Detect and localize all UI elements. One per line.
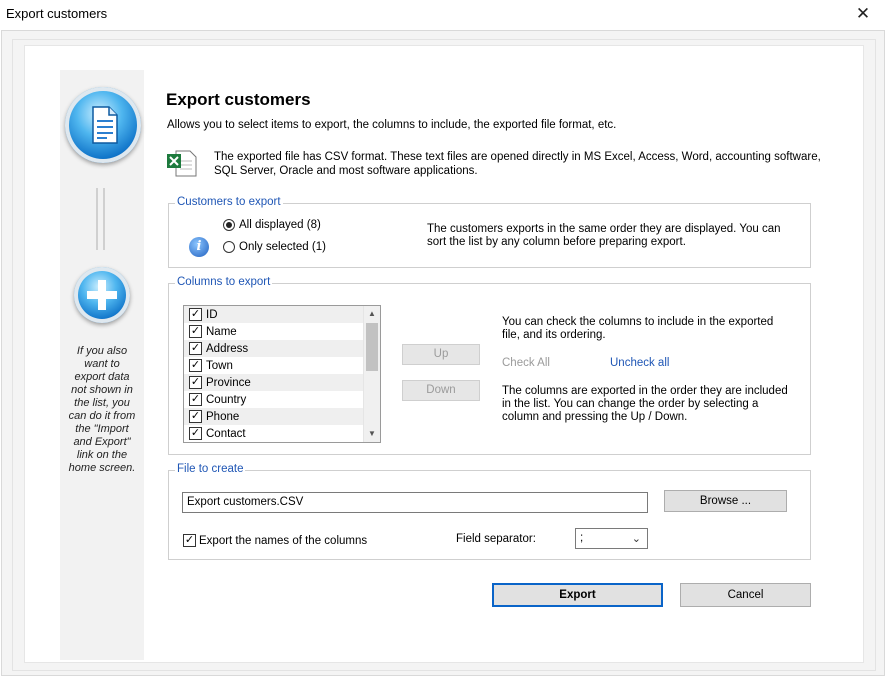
list-item[interactable]: ✓ Name <box>184 323 380 340</box>
columns-listbox[interactable]: ✓ ID ✓ Name ✓ Address ✓ Town ✓ Province ✓ Coun… <box>183 305 381 443</box>
chevron-down-icon[interactable]: ⌄ <box>632 530 641 549</box>
info-icon: i <box>189 237 209 257</box>
up-button[interactable]: Up <box>402 344 480 365</box>
column-label: Contact <box>206 427 246 440</box>
list-item[interactable]: ✓ ID <box>184 306 380 323</box>
checkbox-icon[interactable]: ✓ <box>189 427 202 440</box>
radio-button[interactable] <box>223 219 235 231</box>
window-title: Export customers <box>6 6 108 21</box>
checkbox-icon[interactable]: ✓ <box>189 342 202 355</box>
checkbox-icon[interactable]: ✓ <box>189 376 202 389</box>
document-icon <box>65 87 141 163</box>
scroll-thumb[interactable] <box>366 323 378 371</box>
radio-all-displayed[interactable]: All displayed (8) <box>223 219 321 231</box>
customers-order-note: The customers exports in the same order … <box>427 223 781 248</box>
close-icon[interactable]: ✕ <box>840 0 886 30</box>
export-names-label: Export the names of the columns <box>199 534 368 547</box>
title-bar: Export customers ✕ <box>0 0 886 30</box>
radio-button[interactable] <box>223 241 235 253</box>
radio-only-selected[interactable]: Only selected (1) <box>223 241 326 253</box>
excel-icon <box>166 148 198 178</box>
list-item[interactable]: ✓ Country <box>184 391 380 408</box>
export-button[interactable]: Export <box>492 583 663 607</box>
checkbox-icon[interactable]: ✓ <box>189 393 202 406</box>
down-button[interactable]: Down <box>402 380 480 401</box>
separator-label: Field separator: <box>456 533 536 545</box>
checkbox-icon[interactable]: ✓ <box>189 308 202 321</box>
list-item[interactable]: ✓ Contact <box>184 425 380 442</box>
scroll-up-icon[interactable]: ▲ <box>364 306 380 322</box>
columns-check-note: You can check the columns to include in … <box>502 316 774 341</box>
file-group-label: File to create <box>175 463 246 475</box>
columns-order-note: The columns are exported in the order th… <box>502 385 788 423</box>
page-description: Allows you to select items to export, th… <box>167 119 617 131</box>
column-label: Phone <box>206 410 240 423</box>
checkbox-icon[interactable]: ✓ <box>189 359 202 372</box>
list-item[interactable]: ✓ Address <box>184 340 380 357</box>
scroll-down-icon[interactable]: ▼ <box>364 426 380 442</box>
separator-select[interactable]: ; ⌄ <box>575 528 648 549</box>
column-label: Country <box>206 393 247 406</box>
uncheck-all-link[interactable]: Uncheck all <box>610 357 669 369</box>
column-label: Address <box>206 342 249 355</box>
separator-value: ; <box>580 532 584 544</box>
sidebar-connector <box>96 188 106 250</box>
cancel-button[interactable]: Cancel <box>680 583 811 607</box>
checkbox-icon[interactable]: ✓ <box>183 534 196 547</box>
list-item[interactable]: ✓ Phone <box>184 408 380 425</box>
columns-group-label: Columns to export <box>175 276 273 288</box>
format-note: The exported file has CSV format. These … <box>214 151 821 177</box>
sidebar-note: If you also want to export data not show… <box>68 345 136 474</box>
page-title: Export customers <box>166 90 311 109</box>
radio-label: Only selected (1) <box>239 241 326 253</box>
plus-icon <box>74 267 130 323</box>
browse-button[interactable]: Browse ... <box>664 490 787 512</box>
filename-input[interactable]: Export customers.CSV <box>182 492 648 513</box>
checkbox-icon[interactable]: ✓ <box>189 325 202 338</box>
checkbox-icon[interactable]: ✓ <box>189 410 202 423</box>
radio-label: All displayed (8) <box>239 219 321 231</box>
column-label: Town <box>206 359 233 372</box>
column-label: Name <box>206 325 237 338</box>
customers-group-label: Customers to export <box>175 196 283 208</box>
listbox-scrollbar[interactable]: ▲ ▼ <box>363 306 380 442</box>
list-item[interactable]: ✓ Town <box>184 357 380 374</box>
column-label: Province <box>206 376 251 389</box>
column-label: ID <box>206 308 218 321</box>
check-all-link[interactable]: Check All <box>502 357 550 369</box>
list-item[interactable]: ✓ Province <box>184 374 380 391</box>
export-names-checkbox-row[interactable]: ✓ Export the names of the columns <box>183 534 367 547</box>
